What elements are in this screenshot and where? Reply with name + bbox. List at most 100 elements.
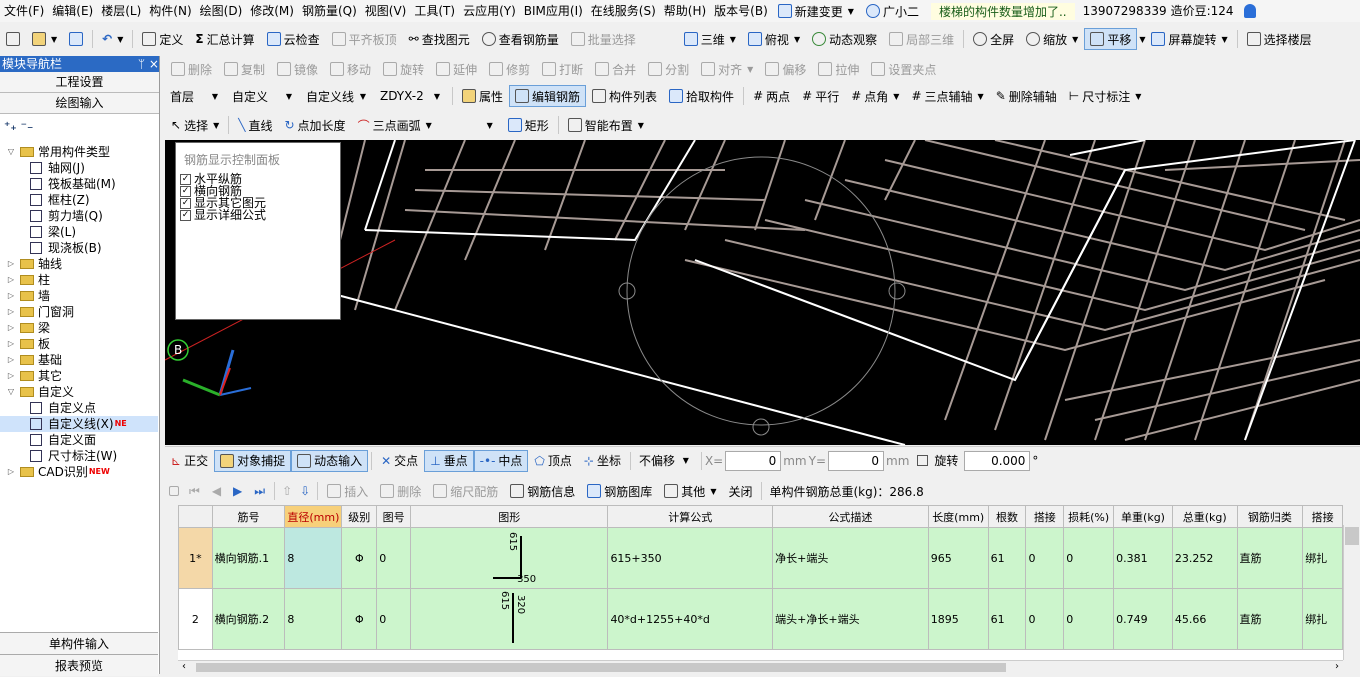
menu-member[interactable]: 构件(N) [145,0,195,22]
vertex-toggle[interactable]: ⬠ 顶点 [528,450,577,472]
parallel-button[interactable]: # 平行 [796,85,845,107]
tree-item[interactable]: 剪力墙(Q) [0,208,158,224]
tree-item[interactable]: 尺寸标注(W) [0,448,158,464]
menu-cloud[interactable]: 云应用(Y) [459,0,520,22]
snap-toggle[interactable]: 对象捕捉 [214,449,292,472]
cell-formula[interactable]: 40*d+1255+40*d [607,588,774,650]
tree-folder[interactable]: ▷ 梁 [0,320,158,336]
scale-rebar-button[interactable]: 缩尺配筋 [427,480,504,502]
col-header[interactable]: 计算公式 [607,505,774,528]
tree-folder[interactable]: ▷ 柱 [0,272,158,288]
tree-folder[interactable]: ▷ 基础 [0,352,158,368]
tree-item[interactable]: 现浇板(B) [0,240,158,256]
dynamic-view-button[interactable]: 动态观察 [806,28,883,50]
expand-icon[interactable]: ▷ [6,464,16,480]
cell-desc[interactable]: 净长+端头 [772,527,929,589]
row-number[interactable]: 1* [178,527,213,589]
tree-item[interactable]: 自定义点 [0,400,158,416]
scroll-right-icon[interactable]: › [1335,661,1339,672]
three-arc-button[interactable]: ⌒ 三点画弧 ▼ [352,114,438,136]
cost-beans[interactable]: 造价豆:124 [1167,0,1238,22]
table-row[interactable]: 2 横向钢筋.2 8 Φ 0 615 320 40*d+1255+40*d 端头… [178,588,1343,650]
cloud-check-button[interactable]: 云检查 [261,28,326,50]
dynamic-input-toggle[interactable]: 动态输入 [291,449,369,472]
two-points-button[interactable]: # 两点 [747,85,796,107]
copy-button[interactable]: 复制 [218,58,271,80]
flat-top-button[interactable]: 平齐板顶 [326,28,403,50]
dimension-button[interactable]: ⊢ 尺寸标注 ▼ [1063,85,1148,107]
insert-row-button[interactable]: 插入 [321,480,374,502]
tree-folder[interactable]: ▷ 墙 [0,288,158,304]
checkbox-icon[interactable]: ✓ [180,209,191,221]
menu-file[interactable]: 文件(F) [0,0,48,22]
align-button[interactable]: 对齐 ▼ [695,58,759,80]
view-3d-button[interactable]: 三维 ▼ [678,28,742,50]
zoom-button[interactable]: 缩放 ▼ [1020,28,1084,50]
scroll-thumb[interactable] [1345,527,1359,545]
line-tool-button[interactable]: ╲ 直线 [232,114,278,136]
tree-folder[interactable]: ▷ 轴线 [0,256,158,272]
col-header[interactable]: 搭接 [1302,505,1343,528]
other-button[interactable]: 其他 ▼ [658,480,722,502]
bell-icon[interactable] [1243,4,1256,18]
tree-item[interactable]: 轴网(J) [0,160,158,176]
col-header[interactable]: 单重(kg) [1113,505,1173,528]
tree-folder[interactable]: ▷ 门窗洞 [0,304,158,320]
rotate-button[interactable]: 旋转 [377,58,430,80]
coordinate-toggle[interactable]: ⊹ 坐标 [578,450,627,472]
panel-pin-icon[interactable] [169,486,179,496]
prev-record-icon[interactable]: ◀ [212,484,221,498]
col-header[interactable]: 公式描述 [772,505,929,528]
hscroll-thumb[interactable] [196,663,1006,672]
menu-edit[interactable]: 编辑(E) [48,0,97,22]
user-phone[interactable]: 13907298339 [1083,4,1167,18]
close-grid-button[interactable]: 关闭 [722,480,758,502]
select-floor-button[interactable]: 选择楼层 [1241,28,1318,50]
single-input-button[interactable]: 单构件输入 [0,632,158,654]
checkbox-icon[interactable]: ✓ [180,173,191,185]
local-3d-button[interactable]: 局部三维 [883,28,960,50]
col-header[interactable]: 图形 [410,505,609,528]
perpendicular-toggle[interactable]: ⊥ 垂点 [424,449,474,472]
expand-all-icon[interactable]: ⁺₊ [4,119,17,133]
option-show-formula[interactable]: ✓ 显示详细公式 [176,209,340,221]
attributes-button[interactable]: 属性 [456,85,509,107]
checkbox-icon[interactable]: ✓ [180,197,191,209]
next-record-icon[interactable]: ▶ [233,484,242,498]
notice-text[interactable]: 楼梯的构件数量增加了.. [930,2,1075,20]
expand-icon[interactable]: ▷ [6,288,16,304]
find-element-button[interactable]: ⚯ 查找图元 [403,28,476,50]
screen-rotate-button[interactable]: 屏幕旋转 ▼ [1145,28,1233,50]
rebar-info-button[interactable]: 钢筋信息 [504,480,581,502]
drawing-input-button[interactable]: 绘图输入 [0,93,159,114]
tree-item[interactable]: 自定义线(X) NE [0,416,158,432]
cell-grade[interactable]: Φ [341,527,378,589]
checkbox-icon[interactable]: ✓ [180,185,191,197]
move-down-icon[interactable]: ⇩ [300,484,310,498]
fullscreen-button[interactable]: 全屏 [967,28,1020,50]
break-button[interactable]: 打断 [536,58,589,80]
tree-item[interactable]: 筏板基础(M) [0,176,158,192]
summary-button[interactable]: Σ 汇总计算 [189,28,260,50]
collapse-icon[interactable]: ▽ [6,384,16,400]
cell-length[interactable]: 965 [927,527,989,589]
menu-version[interactable]: 版本号(B) [710,0,772,22]
menu-online[interactable]: 在线服务(S) [587,0,660,22]
menu-help[interactable]: 帮助(H) [660,0,710,22]
floor-select[interactable]: 首层 ▼ [165,86,223,106]
cell-name[interactable]: 横向钢筋.2 [211,588,286,650]
tree-folder[interactable]: ▽ 常用构件类型 [0,144,158,160]
offset-mode-select[interactable]: 不偏移 ▼ [634,451,694,471]
rotate-input[interactable]: 0.000 [964,450,1031,471]
cell-unit-weight[interactable]: 0.749 [1113,588,1173,650]
col-header[interactable]: 总重(kg) [1171,505,1238,528]
collapse-icon[interactable]: ▽ [6,144,16,160]
pick-member-button[interactable]: 拾取构件 [663,85,740,107]
cell-fig[interactable]: 0 [376,527,412,589]
col-header[interactable]: 级别 [341,505,378,528]
extend-button[interactable]: 延伸 [430,58,483,80]
select-tool-button[interactable]: ↖ 选择 ▼ [165,114,225,136]
tree-item[interactable]: 自定义面 [0,432,158,448]
undo-button[interactable]: ↶ ▼ [96,28,129,50]
rect-tool-button[interactable]: 矩形 [502,114,555,136]
